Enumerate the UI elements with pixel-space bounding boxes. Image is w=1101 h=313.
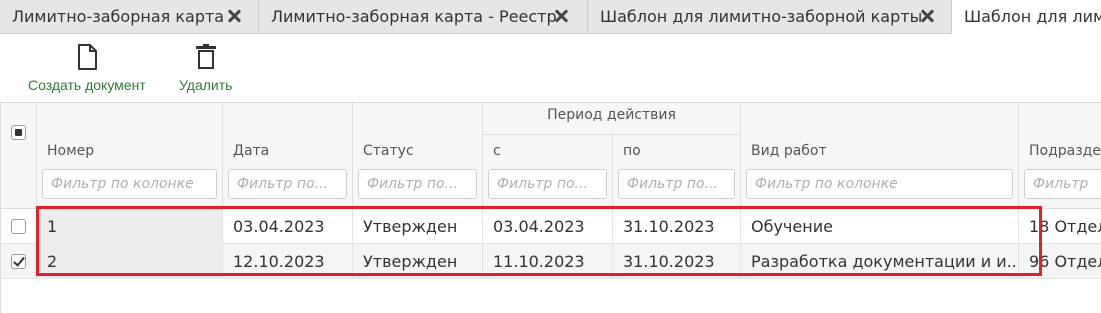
cell-period-from[interactable]: 11.10.2023 bbox=[483, 244, 613, 279]
file-icon bbox=[77, 44, 97, 70]
column-header-label: с bbox=[493, 143, 501, 159]
row-checkbox[interactable] bbox=[11, 254, 26, 269]
close-icon[interactable] bbox=[553, 8, 569, 24]
cell-department[interactable]: 18 Отдел bbox=[1019, 209, 1101, 244]
filter-period-from-input[interactable]: Фильтр по... bbox=[488, 169, 607, 199]
cell-number[interactable]: 2 bbox=[37, 244, 223, 279]
column-period-to[interactable]: по Фильтр по... bbox=[613, 135, 741, 209]
tab-label: Шаблон для лимитн bbox=[964, 7, 1101, 26]
filter-department-input[interactable]: Фильтр bbox=[1024, 169, 1101, 199]
column-header-label: Номер bbox=[47, 143, 95, 159]
cell-period-to[interactable]: 31.10.2023 bbox=[613, 209, 741, 244]
column-header-label: Дата bbox=[233, 143, 270, 159]
filter-status-input[interactable]: Фильтр по... bbox=[358, 169, 477, 199]
column-header-label: Подразде bbox=[1029, 143, 1101, 159]
cell-status[interactable]: Утвержден bbox=[353, 244, 483, 279]
create-document-button[interactable]: Создать документ bbox=[28, 44, 146, 93]
tab-limit-template-active[interactable]: Шаблон для лимитн bbox=[952, 0, 1101, 34]
table-row[interactable]: 2 12.10.2023 Утвержден 11.10.2023 31.10.… bbox=[1, 244, 1101, 279]
tab-limit-card-template[interactable]: Шаблон для лимитно-заборной карты bbox=[588, 0, 952, 33]
create-document-label: Создать документ bbox=[28, 77, 146, 93]
select-all-header bbox=[1, 103, 37, 209]
filter-number-input[interactable]: Фильтр по колонке bbox=[42, 169, 217, 199]
tab-bar: Лимитно-заборная карта Лимитно-заборная … bbox=[0, 0, 1101, 34]
close-icon[interactable] bbox=[226, 8, 242, 24]
column-header-label: Вид работ bbox=[751, 143, 827, 159]
column-header-label: Статус bbox=[363, 143, 414, 159]
column-status[interactable]: Статус Фильтр по... bbox=[353, 103, 483, 209]
filter-period-to-input[interactable]: Фильтр по... bbox=[618, 169, 735, 199]
cell-status[interactable]: Утвержден bbox=[353, 209, 483, 244]
column-number[interactable]: Номер Фильтр по колонке bbox=[37, 103, 223, 209]
tab-label: Шаблон для лимитно-заборной карты bbox=[600, 7, 923, 26]
documents-grid: Номер Фильтр по колонке Дата Фильтр по..… bbox=[0, 102, 1101, 313]
column-date[interactable]: Дата Фильтр по... bbox=[223, 103, 353, 209]
cell-work-type[interactable]: Разработка документации и и... bbox=[741, 244, 1019, 279]
column-department[interactable]: Подразде Фильтр bbox=[1019, 103, 1101, 209]
cell-period-to[interactable]: 31.10.2023 bbox=[613, 244, 741, 279]
period-group-header: Период действия bbox=[483, 103, 741, 135]
row-checkbox[interactable] bbox=[11, 219, 26, 234]
filter-work-type-input[interactable]: Фильтр по колонке bbox=[746, 169, 1013, 199]
trash-icon bbox=[195, 44, 216, 69]
column-header-label: по bbox=[623, 143, 641, 159]
column-period-from[interactable]: с Фильтр по... bbox=[483, 135, 613, 209]
filter-date-input[interactable]: Фильтр по... bbox=[228, 169, 347, 199]
cell-date[interactable]: 12.10.2023 bbox=[223, 244, 353, 279]
cell-period-from[interactable]: 03.04.2023 bbox=[483, 209, 613, 244]
cell-work-type[interactable]: Обучение bbox=[741, 209, 1019, 244]
tab-limit-card[interactable]: Лимитно-заборная карта bbox=[0, 0, 259, 33]
cell-date[interactable]: 03.04.2023 bbox=[223, 209, 353, 244]
tab-limit-card-registry[interactable]: Лимитно-заборная карта - Реестр bbox=[259, 0, 588, 33]
delete-label: Удалить bbox=[179, 77, 233, 93]
tab-label: Лимитно-заборная карта bbox=[12, 7, 225, 26]
table-row[interactable]: 1 03.04.2023 Утвержден 03.04.2023 31.10.… bbox=[1, 209, 1101, 244]
row-select-cell bbox=[1, 244, 37, 279]
column-work-type[interactable]: Вид работ Фильтр по колонке bbox=[741, 103, 1019, 209]
select-all-checkbox[interactable] bbox=[11, 125, 26, 140]
delete-button[interactable]: Удалить bbox=[179, 44, 232, 93]
cell-number[interactable]: 1 bbox=[37, 209, 223, 244]
row-select-cell bbox=[1, 209, 37, 244]
close-icon[interactable] bbox=[919, 8, 935, 24]
cell-department[interactable]: 96 Отдел bbox=[1019, 244, 1101, 279]
period-group-title: Период действия bbox=[547, 107, 676, 123]
tab-label: Лимитно-заборная карта - Реестр bbox=[271, 7, 557, 26]
